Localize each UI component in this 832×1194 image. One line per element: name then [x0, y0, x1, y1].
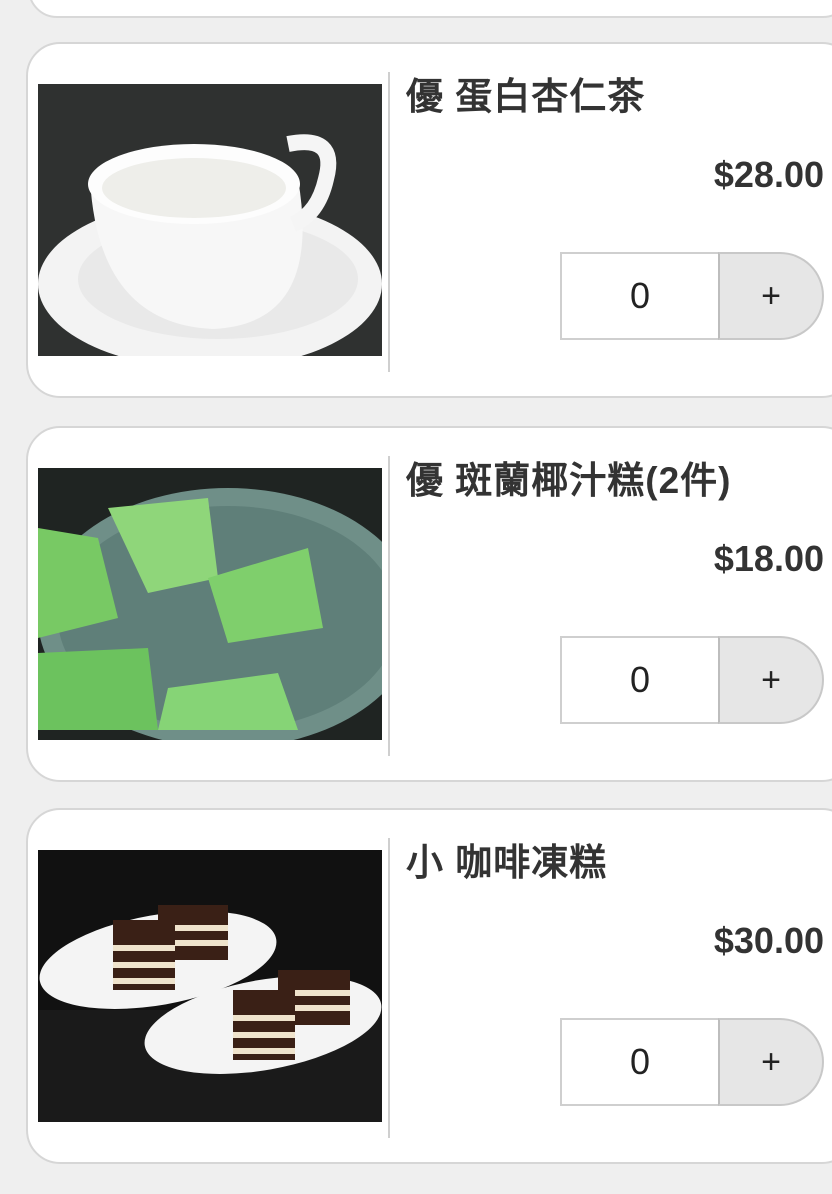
- quantity-field[interactable]: 0: [560, 636, 720, 724]
- menu-item-card: 優 蛋白杏仁茶 $28.00 0 +: [26, 42, 832, 398]
- item-image-almond-tea: [38, 84, 382, 356]
- item-price: $28.00: [713, 154, 824, 195]
- add-button[interactable]: +: [718, 1018, 824, 1106]
- item-image-pandan-cake: [38, 468, 382, 740]
- quantity-field[interactable]: 0: [560, 1018, 720, 1106]
- item-image-coffee-jelly: [38, 850, 382, 1122]
- item-price: $30.00: [713, 920, 824, 961]
- quantity-field[interactable]: 0: [560, 252, 720, 340]
- item-name: 小 咖啡凍糕: [406, 842, 608, 883]
- menu-list: 優 蛋白杏仁茶 $28.00 0 + 優 斑蘭椰汁糕(2件) $18.00 0 …: [0, 0, 832, 1194]
- add-button[interactable]: +: [718, 636, 824, 724]
- menu-item-card: 優 斑蘭椰汁糕(2件) $18.00 0 +: [26, 426, 832, 782]
- previous-item-card: [28, 0, 832, 18]
- menu-item-card: 小 咖啡凍糕 $30.00 0 +: [26, 808, 832, 1164]
- add-button[interactable]: +: [718, 252, 824, 340]
- item-price: $18.00: [713, 538, 824, 579]
- card-divider: [388, 72, 390, 372]
- item-name: 優 蛋白杏仁茶: [406, 76, 646, 117]
- card-divider: [388, 456, 390, 756]
- item-name: 優 斑蘭椰汁糕(2件): [406, 460, 732, 501]
- card-divider: [388, 838, 390, 1138]
